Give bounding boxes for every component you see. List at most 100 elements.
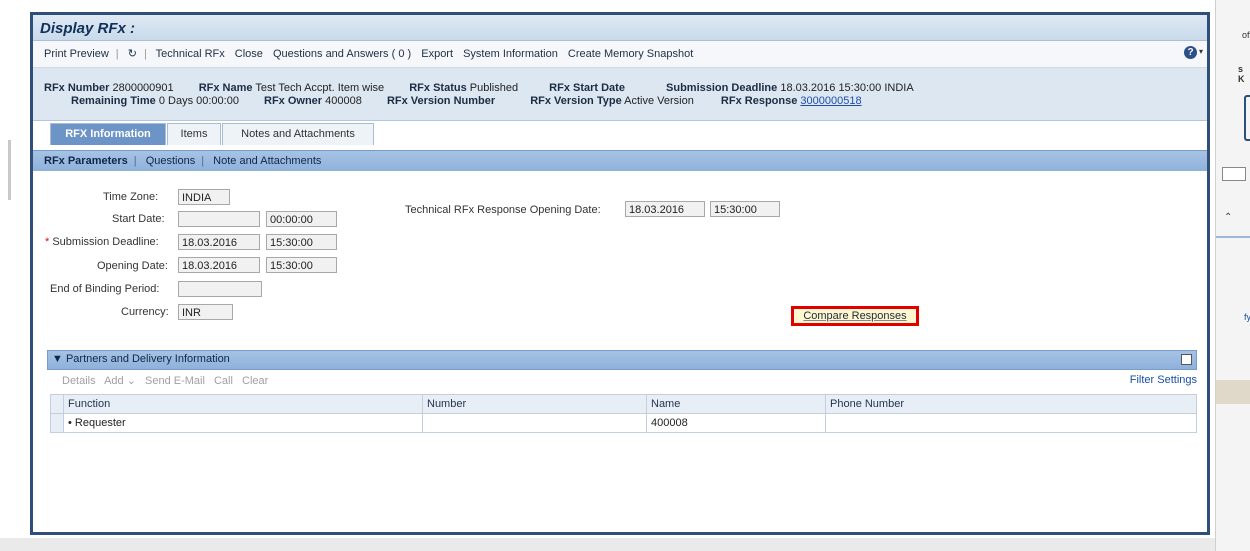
tab-notes-attachments[interactable]: Notes and Attachments [222, 123, 374, 145]
print-preview-button[interactable]: Print Preview [44, 48, 109, 60]
remaining-time-value: 0 Days 00:00:00 [158, 95, 239, 107]
technical-opening-time-field[interactable]: 15:30:00 [710, 201, 780, 217]
column-header-function[interactable]: Function [63, 394, 423, 414]
add-button[interactable]: Add ⌄ [104, 375, 136, 387]
clear-button[interactable]: Clear [242, 375, 268, 387]
technical-opening-date-label: Technical RFx Response Opening Date: [405, 204, 601, 216]
background-strip [1216, 236, 1250, 238]
call-button[interactable]: Call [214, 375, 233, 387]
number-cell [422, 413, 647, 433]
create-memory-snapshot-button[interactable]: Create Memory Snapshot [568, 48, 693, 60]
rfx-status-label: RFx Status [409, 82, 467, 94]
rfx-name-label: RFx Name [198, 82, 253, 94]
rfx-response-link[interactable]: 3000000518 [800, 95, 861, 107]
send-email-button[interactable]: Send E-Mail [145, 375, 205, 387]
opening-time-field[interactable]: 15:30:00 [266, 257, 337, 273]
start-date-field[interactable] [178, 211, 260, 227]
rfx-version-type-value: Active Version [624, 95, 694, 107]
row-selector[interactable] [50, 413, 64, 433]
background-strip [1216, 380, 1250, 404]
background-divider [8, 140, 11, 200]
questions-answers-button[interactable]: Questions and Answers ( 0 ) [273, 48, 411, 60]
rfx-name-value: Test Tech Accpt. Item wise [255, 82, 385, 94]
background-text: s K [1238, 64, 1245, 84]
submission-time-field[interactable]: 15:30:00 [266, 234, 337, 250]
main-toolbar: Print Preview | ↻ | Technical RFx Close Qu… [33, 41, 1207, 68]
background-text: off [1242, 30, 1250, 40]
tab-rfx-information[interactable]: RFX Information [50, 123, 166, 145]
chevron-up-icon: ⌃ [1224, 212, 1233, 223]
subtab-note-attachments[interactable]: Note and Attachments [213, 155, 321, 167]
table-row[interactable]: • Requester 400008 [50, 413, 1197, 433]
column-header-phone[interactable]: Phone Number [825, 394, 1197, 414]
bullet-icon: • [68, 417, 75, 429]
background-bottom [0, 538, 1215, 551]
partners-table: Function Number Name Phone Number • Requ… [50, 394, 1197, 433]
time-zone-field[interactable]: INDIA [178, 189, 230, 205]
select-all-cell[interactable] [50, 394, 64, 414]
technical-rfx-button[interactable]: Technical RFx [156, 48, 225, 60]
partners-toolbar: Details Add ⌄ Send E-Mail Call Clear Fil… [47, 371, 1197, 389]
close-button[interactable]: Close [235, 48, 263, 60]
title-bar: Display RFx : [33, 15, 1207, 41]
compare-responses-label: Compare Responses [803, 310, 907, 322]
opening-date-label: Opening Date: [97, 260, 168, 272]
background-bracket [1244, 95, 1250, 141]
function-cell: • Requester [63, 413, 423, 433]
compare-responses-button[interactable]: Compare Responses [791, 306, 919, 326]
export-button[interactable]: Export [421, 48, 453, 60]
remaining-time-label: Remaining Time [71, 95, 156, 107]
end-binding-period-field[interactable] [178, 281, 262, 297]
rfx-number-value: 2800000901 [112, 82, 174, 94]
table-header-row: Function Number Name Phone Number [50, 394, 1197, 414]
function-value: Requester [74, 417, 126, 429]
background-window-right: off s K ⌃ fy [1215, 0, 1250, 551]
rfx-number-label: RFx Number [44, 82, 110, 94]
currency-field[interactable]: INR [178, 304, 233, 320]
rfx-response-label: RFx Response [720, 95, 798, 107]
subtab-questions[interactable]: Questions [146, 155, 196, 167]
background-dropdown [1222, 167, 1246, 181]
end-binding-period-label: End of Binding Period: [50, 283, 160, 295]
filter-settings-link[interactable]: Filter Settings [1130, 374, 1197, 386]
rfx-owner-label: RFx Owner [264, 95, 323, 107]
opening-date-field[interactable]: 18.03.2016 [178, 257, 260, 273]
rfx-start-date-label: RFx Start Date [549, 82, 625, 94]
refresh-icon[interactable]: ↻ [128, 48, 137, 60]
details-button[interactable]: Details [62, 375, 96, 387]
time-zone-label: Time Zone: [103, 191, 159, 203]
rfx-version-type-label: RFx Version Type [530, 95, 622, 107]
name-cell: 400008 [646, 413, 826, 433]
column-header-number[interactable]: Number [422, 394, 647, 414]
rfx-version-number-label: RFx Version Number [386, 95, 496, 107]
tab-items[interactable]: Items [167, 123, 221, 145]
header-row-2: Remaining Time 0 Days 00:00:00 RFx Owner… [71, 95, 862, 107]
subtab-rfx-parameters[interactable]: RFx Parameters [44, 155, 128, 167]
help-dropdown-icon[interactable]: ▾ [1199, 47, 1203, 56]
help-icon[interactable]: ? [1184, 46, 1197, 59]
submission-deadline-value: 18.03.2016 15:30:00 INDIA [780, 82, 914, 94]
system-information-button[interactable]: System Information [463, 48, 558, 60]
header-row-1: RFx Number 2800000901 RFx Name Test Tech… [44, 82, 914, 94]
start-time-field[interactable]: 00:00:00 [266, 211, 337, 227]
sub-tabs: RFx Parameters | Questions | Note and Atta… [33, 150, 1207, 171]
submission-deadline-text: Submission Deadline: [52, 236, 159, 248]
background-left [0, 0, 30, 551]
submission-deadline-form-label: * Submission Deadline: [45, 236, 159, 248]
partners-panel-title: ▼ Partners and Delivery Information [52, 353, 230, 365]
rfx-owner-value: 400008 [325, 95, 362, 107]
column-header-name[interactable]: Name [646, 394, 826, 414]
partners-title-text: Partners and Delivery Information [65, 353, 230, 365]
window-title: Display RFx : [40, 20, 136, 37]
display-rfx-window: Display RFx : Print Preview | ↻ | Technica… [30, 12, 1210, 535]
rfx-header-info: RFx Number 2800000901 RFx Name Test Tech… [33, 68, 1207, 121]
minimize-icon[interactable] [1181, 354, 1192, 365]
rfx-status-value: Published [469, 82, 519, 94]
technical-opening-date-field[interactable]: 18.03.2016 [625, 201, 705, 217]
submission-date-field[interactable]: 18.03.2016 [178, 234, 260, 250]
submission-deadline-label: Submission Deadline [666, 82, 778, 94]
start-date-label: Start Date: [112, 213, 165, 225]
phone-cell [825, 413, 1197, 433]
background-link: fy [1244, 312, 1250, 322]
partners-panel-header[interactable]: ▼ Partners and Delivery Information [47, 350, 1197, 370]
